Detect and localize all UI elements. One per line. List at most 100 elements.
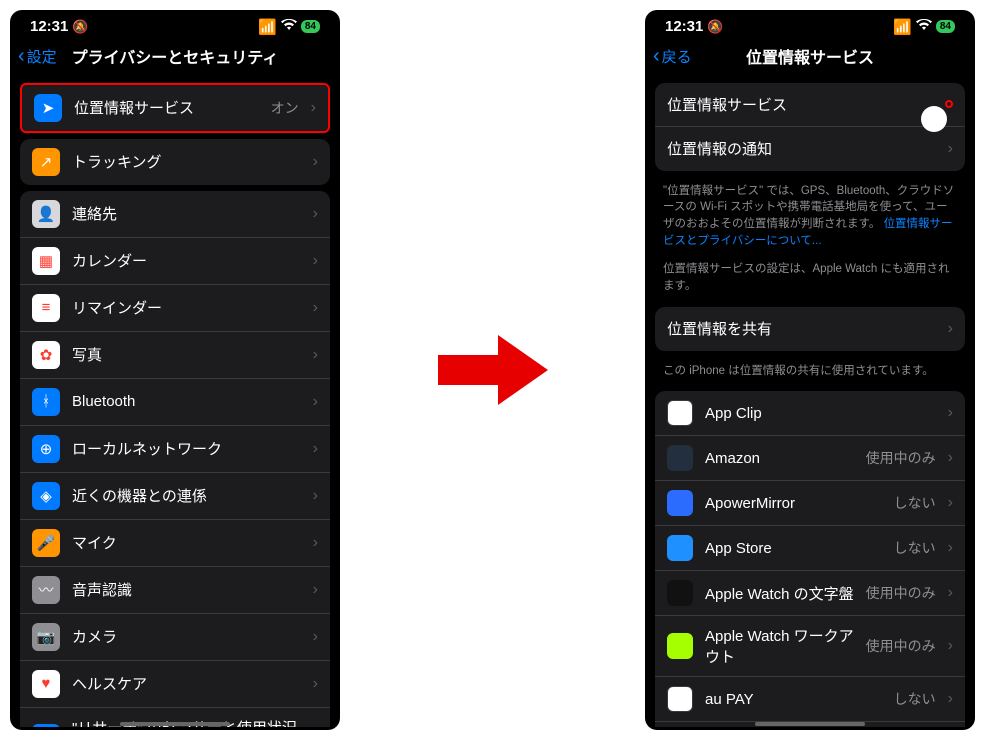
chevron-right-icon: ›: [948, 637, 953, 655]
row-label: 位置情報を共有: [667, 318, 936, 339]
nearby-icon: ◈: [32, 482, 60, 510]
footer-watch-note: 位置情報サービスの設定は、Apple Watch にも適用されます。: [645, 255, 975, 300]
share-location-group: 位置情報を共有 ›: [655, 307, 965, 351]
wifi-icon: [281, 18, 297, 35]
settings-row[interactable]: ᚼBluetooth›: [20, 379, 330, 426]
reminders-icon: ≡: [32, 294, 60, 322]
row-label: 位置情報の通知: [667, 138, 936, 159]
row-tracking[interactable]: ↗トラッキング›: [20, 139, 330, 185]
phone-left: 12:31 🔕 📶 84 ‹ 設定 プライバシーとセキュリティ ➤位置情報サービ…: [10, 10, 340, 730]
app-icon: [667, 400, 693, 426]
settings-row[interactable]: ⊕ローカルネットワーク›: [20, 426, 330, 473]
settings-row[interactable]: ✿ 写真 ›: [20, 332, 330, 379]
chevron-right-icon: ›: [313, 628, 318, 646]
home-indicator: [755, 722, 865, 726]
page-title: プライバシーとセキュリティ: [10, 44, 340, 68]
photos-icon: ✿: [32, 341, 60, 369]
apps-group: App Clip›Amazon使用中のみ›ApowerMirrorしない›App…: [655, 391, 965, 726]
app-icon: [667, 633, 693, 659]
row-label: 位置情報サービス: [74, 97, 259, 118]
app-label: ApowerMirror: [705, 495, 882, 512]
app-row[interactable]: Amazon使用中のみ›: [655, 436, 965, 481]
app-row[interactable]: ApowerMirrorしない›: [655, 481, 965, 526]
chevron-right-icon: ›: [948, 690, 953, 708]
silent-icon: 🔕: [72, 19, 88, 35]
highlight-toggle: [945, 100, 953, 108]
calendar-icon: ▦: [32, 247, 60, 275]
chevron-right-icon: ›: [313, 440, 318, 458]
settings-row[interactable]: 〰音声認識 ›: [20, 567, 330, 614]
page-title: 位置情報サービス: [645, 44, 975, 68]
chevron-right-icon: ›: [313, 252, 318, 270]
settings-row[interactable]: ▦ カレンダー ›: [20, 238, 330, 285]
cell-signal-icon: 📶: [258, 18, 277, 36]
chevron-right-icon: ›: [313, 534, 318, 552]
tracking-icon: ↗: [32, 148, 60, 176]
app-permission: しない: [894, 689, 936, 709]
battery-indicator: 84: [936, 20, 955, 33]
chevron-right-icon: ›: [313, 581, 318, 599]
app-row[interactable]: au PAY しない ›: [655, 677, 965, 722]
chevron-right-icon: ›: [313, 153, 318, 171]
app-permission: 使用中のみ: [866, 448, 936, 468]
row-label: 近くの機器との連係: [72, 485, 301, 506]
chevron-right-icon: ›: [948, 539, 953, 557]
highlight-location-services: ➤位置情報サービスオン›: [20, 83, 330, 133]
row-label: 連絡先: [72, 203, 301, 224]
row-label: 音声認識: [72, 579, 301, 600]
chevron-right-icon: ›: [948, 320, 953, 338]
clock: 12:31: [30, 18, 68, 35]
app-row[interactable]: App Store しない ›: [655, 526, 965, 571]
settings-row[interactable]: 👤 連絡先 ›: [20, 191, 330, 238]
silent-icon: 🔕: [707, 19, 723, 35]
bluetooth-icon: ᚼ: [32, 388, 60, 416]
row-label: ヘルスケア: [72, 673, 301, 694]
transition-arrow-icon: [433, 330, 553, 410]
app-label: Apple Watch の文字盤: [705, 583, 854, 604]
app-row[interactable]: App Clip ›: [655, 391, 965, 436]
app-icon: [667, 580, 693, 606]
chevron-right-icon: ›: [313, 346, 318, 364]
settings-row[interactable]: 📷カメラ›: [20, 614, 330, 661]
row-location-alerts[interactable]: 位置情報の通知 ›: [655, 127, 965, 171]
chevron-right-icon: ›: [948, 449, 953, 467]
chevron-right-icon: ›: [313, 205, 318, 223]
chevron-right-icon: ›: [948, 584, 953, 602]
network-icon: ⊕: [32, 435, 60, 463]
settings-row[interactable]: 🎤マイク›: [20, 520, 330, 567]
app-label: App Store: [705, 540, 882, 557]
settings-row[interactable]: ♥ヘルスケア›: [20, 661, 330, 708]
chevron-right-icon: ›: [313, 675, 318, 693]
row-label: カレンダー: [72, 250, 301, 271]
row-share-location[interactable]: 位置情報を共有 ›: [655, 307, 965, 351]
settings-row[interactable]: ◈ 近くの機器との連係 ›: [20, 473, 330, 520]
tracking-group: ↗トラッキング›: [20, 139, 330, 185]
contacts-icon: 👤: [32, 200, 60, 228]
phone-right: 12:31 🔕 📶 84 ‹ 戻る 位置情報サービス 位置情報サービス: [645, 10, 975, 730]
row-label: 位置情報サービス: [667, 94, 933, 115]
speech-icon: 〰: [32, 576, 60, 604]
settings-group-apps: 👤 連絡先 › ▦ カレンダー › ≡ リマインダー › ✿ 写真 › ᚼBluetooth›⊕ローカル…: [20, 191, 330, 727]
app-row[interactable]: Apple Watch ワークアウト使用中のみ›: [655, 616, 965, 677]
row-label: 写真: [72, 344, 301, 365]
chevron-right-icon: ›: [313, 299, 318, 317]
clock: 12:31: [665, 18, 703, 35]
app-icon: [667, 445, 693, 471]
row-location-toggle[interactable]: 位置情報サービス: [655, 83, 965, 127]
location-toggle-group: 位置情報サービス 位置情報の通知 ›: [655, 83, 965, 171]
nav-bar: ‹ 設定 プライバシーとセキュリティ: [10, 40, 340, 77]
row-detail: オン: [271, 98, 299, 118]
chevron-right-icon: ›: [948, 494, 953, 512]
chevron-right-icon: ›: [948, 404, 953, 422]
app-row[interactable]: Apple Watch の文字盤使用中のみ›: [655, 571, 965, 616]
row-label: カメラ: [72, 626, 301, 647]
settings-row[interactable]: ≡ リマインダー ›: [20, 285, 330, 332]
app-label: Apple Watch ワークアウト: [705, 625, 854, 667]
chevron-right-icon: ›: [313, 487, 318, 505]
app-label: App Clip: [705, 405, 936, 422]
row-location-services[interactable]: ➤位置情報サービスオン›: [22, 85, 328, 131]
app-permission: しない: [894, 538, 936, 558]
row-label: リマインダー: [72, 297, 301, 318]
app-icon: [667, 686, 693, 712]
app-label: au PAY: [705, 691, 882, 708]
